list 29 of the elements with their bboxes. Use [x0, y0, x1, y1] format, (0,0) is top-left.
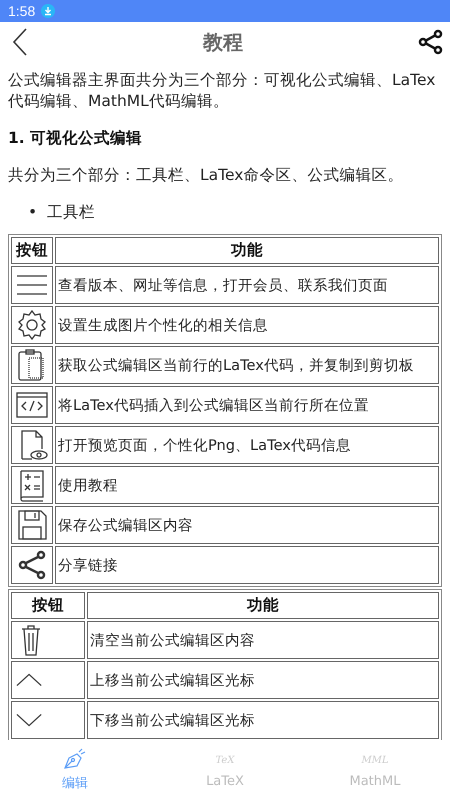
chevron-down-icon [16, 713, 44, 727]
table-cell: 使用教程 [55, 466, 439, 504]
table-cell: 上移当前公式编辑区光标 [87, 661, 439, 699]
column-header: 按钮 [11, 237, 53, 264]
bullet-item: 工具栏 [47, 202, 96, 222]
table-cell: 将LaTex代码插入到公式编辑区当前行所在位置 [55, 386, 439, 424]
download-icon [41, 4, 56, 18]
table-cell: 打开预览页面，个性化Png、LaTex代码信息 [55, 426, 439, 464]
table-cell: 下移当前公式编辑区光标 [87, 701, 439, 739]
table-cell: 分享链接 [55, 546, 439, 584]
table-cell: 保存公式编辑区内容 [55, 506, 439, 544]
page-title: 教程 [203, 28, 243, 56]
back-icon[interactable] [12, 28, 28, 56]
table-cell: 获取公式编辑区当前行的LaTex代码，并复制到剪切板 [55, 346, 439, 384]
bullet-marker: • [28, 202, 38, 222]
column-header: 按钮 [11, 592, 85, 619]
table-cell: 查看版本、网址等信息，打开会员、联系我们页面 [55, 266, 439, 304]
nav-tab[interactable]: 编辑 [0, 740, 150, 800]
column-header: 功能 [55, 237, 439, 264]
chevron-up-icon [16, 673, 44, 687]
share-icon[interactable] [418, 29, 444, 55]
table-cell: 设置生成图片个性化的相关信息 [55, 306, 439, 344]
table-cell: 清空当前公式编辑区内容 [87, 621, 439, 659]
column-header: 功能 [87, 592, 439, 619]
section-heading: 1. 可视化公式编辑 [8, 128, 144, 149]
pen-nib-icon [63, 748, 87, 770]
status-time: 1:58 [8, 3, 36, 19]
section-paragraph: 共分为三个部分：工具栏、LaTex命令区、公式编辑区。 [8, 165, 404, 186]
intro-paragraph: 公式编辑器主界面共分为三个部分：可视化公式编辑、LaTex代码编辑、MathML代码编辑。 [8, 70, 436, 112]
